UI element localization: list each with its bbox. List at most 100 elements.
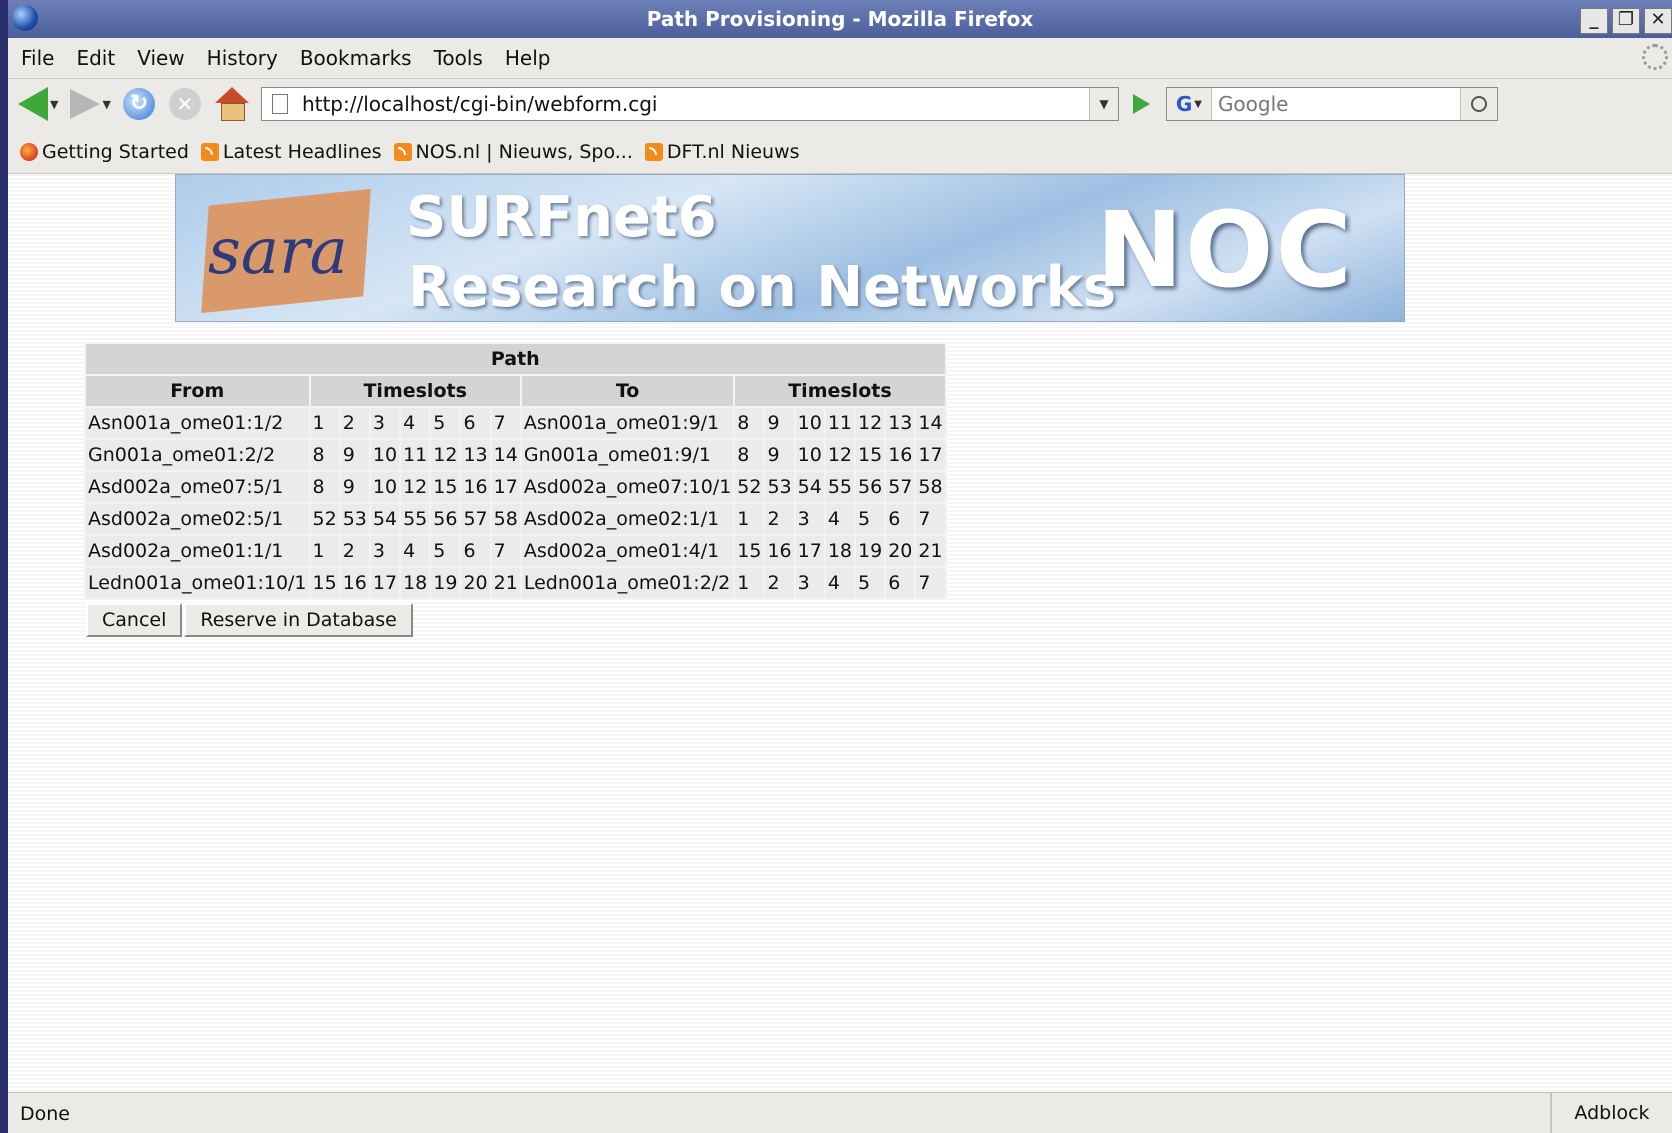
- title-bar: Path Provisioning - Mozilla Firefox _ ❐ …: [8, 0, 1672, 38]
- to-timeslot-cell: 1: [735, 568, 764, 598]
- window-controls: _ ❐ ✕: [1580, 8, 1672, 34]
- from-timeslot-cell: 15: [431, 472, 460, 502]
- table-row: Asn001a_ome01:1/2 1 2 3 4 5 6 7 Asn001a_ome01:9/…: [86, 408, 945, 438]
- bookmark-label: NOS.nl | Nieuws, Spo...: [415, 141, 633, 163]
- table-row: Asd002a_ome07:5/1 8 9 10 12 15 16 17 Asd002a_ome…: [86, 472, 945, 502]
- stop-icon[interactable]: ✕: [168, 88, 201, 120]
- bookmark-nos[interactable]: NOS.nl | Nieuws, Spo...: [393, 141, 633, 163]
- close-icon[interactable]: ✕: [1644, 8, 1672, 34]
- to-timeslot-cell: 5: [856, 504, 885, 534]
- menu-history[interactable]: History: [207, 46, 278, 70]
- menu-bookmarks[interactable]: Bookmarks: [300, 46, 412, 70]
- url-text[interactable]: http://localhost/cgi-bin/webform.cgi: [302, 92, 658, 116]
- to-timeslot-cell: 1: [735, 504, 764, 534]
- from-timeslot-cell: 52: [310, 504, 339, 534]
- to-timeslot-cell: 10: [795, 440, 824, 470]
- to-timeslot-cell: 19: [856, 536, 885, 566]
- table-row: Gn001a_ome01:2/2 8 9 10 11 12 13 14 Gn001a_ome01…: [86, 440, 945, 470]
- from-timeslot-cell: 3: [370, 408, 400, 438]
- to-timeslot-cell: 53: [765, 472, 794, 502]
- from-timeslot-cell: 12: [431, 440, 460, 470]
- status-text: Done: [20, 1103, 70, 1125]
- from-port-cell: Asd002a_ome07:5/1: [86, 472, 309, 502]
- to-timeslot-cell: 14: [916, 408, 945, 438]
- from-timeslot-cell: 16: [461, 472, 490, 502]
- from-timeslot-cell: 10: [370, 472, 400, 502]
- forward-arrow-icon: [70, 89, 101, 119]
- from-timeslot-cell: 56: [431, 504, 460, 534]
- to-timeslot-cell: 16: [886, 440, 915, 470]
- menu-help[interactable]: Help: [505, 46, 551, 70]
- bookmark-getting-started[interactable]: Getting Started: [20, 141, 189, 163]
- to-timeslot-cell: 17: [916, 440, 945, 470]
- header-from-timeslots: Timeslots: [310, 376, 520, 406]
- back-history-dropdown-icon[interactable]: ▼: [50, 98, 58, 111]
- to-timeslot-cell: 17: [795, 536, 824, 566]
- bookmark-label: DFT.nl Nieuws: [666, 141, 800, 163]
- menu-view[interactable]: View: [137, 46, 184, 70]
- bookmark-dft[interactable]: DFT.nl Nieuws: [644, 141, 800, 163]
- header-to-timeslots: Timeslots: [735, 376, 945, 406]
- to-timeslot-cell: 3: [795, 504, 824, 534]
- search-input[interactable]: Google: [1218, 92, 1289, 116]
- to-timeslot-cell: 15: [735, 536, 764, 566]
- firefox-icon[interactable]: [12, 5, 38, 31]
- to-timeslot-cell: 12: [825, 440, 855, 470]
- banner-title: SURFnet6: [406, 185, 717, 250]
- forward-button[interactable]: [66, 84, 101, 124]
- from-timeslot-cell: 53: [340, 504, 369, 534]
- url-history-dropdown-icon[interactable]: ▼: [1088, 88, 1118, 120]
- from-timeslot-cell: 3: [370, 536, 400, 566]
- to-timeslot-cell: 6: [886, 504, 915, 534]
- home-icon[interactable]: [214, 87, 249, 121]
- menu-tools[interactable]: Tools: [434, 46, 483, 70]
- to-timeslot-cell: 9: [765, 408, 794, 438]
- search-engine-google-icon[interactable]: G ▼: [1166, 88, 1212, 120]
- maximize-icon[interactable]: ❐: [1612, 8, 1640, 34]
- bookmark-latest-headlines[interactable]: Latest Headlines: [200, 141, 382, 163]
- adblock-button[interactable]: Adblock: [1550, 1093, 1672, 1133]
- minimize-icon[interactable]: _: [1580, 8, 1608, 34]
- back-arrow-icon: [18, 87, 48, 121]
- from-timeslot-cell: 17: [370, 568, 400, 598]
- search-box[interactable]: G ▼ Google: [1165, 87, 1498, 121]
- to-timeslot-cell: 6: [886, 568, 915, 598]
- navigation-toolbar: ▼ ▼ ↻ ✕ http://localhost/cgi-bin/webform…: [8, 79, 1672, 129]
- to-timeslot-cell: 10: [795, 408, 824, 438]
- to-timeslot-cell: 3: [795, 568, 824, 598]
- path-table: Path From Timeslots To Timeslots Asn001a…: [84, 342, 947, 600]
- from-timeslot-cell: 57: [461, 504, 490, 534]
- from-timeslot-cell: 18: [401, 568, 430, 598]
- menu-file[interactable]: File: [21, 46, 54, 70]
- rss-feed-icon: [200, 143, 219, 161]
- page-icon: [271, 94, 288, 114]
- to-timeslot-cell: 18: [825, 536, 855, 566]
- to-port-cell: Ledn001a_ome01:2/2: [521, 568, 734, 598]
- forward-history-dropdown-icon[interactable]: ▼: [102, 98, 110, 111]
- table-row: Asd002a_ome01:1/1 1 2 3 4 5 6 7 Asd002a_ome01:4/…: [86, 536, 945, 566]
- path-rows: Asn001a_ome01:1/2 1 2 3 4 5 6 7 Asn001a_ome01:9/…: [86, 408, 945, 598]
- address-bar[interactable]: http://localhost/cgi-bin/webform.cgi ▼: [260, 87, 1119, 121]
- to-timeslot-cell: 15: [856, 440, 885, 470]
- to-port-cell: Asd002a_ome02:1/1: [521, 504, 734, 534]
- cancel-button[interactable]: Cancel: [86, 603, 183, 637]
- to-timeslot-cell: 7: [916, 504, 945, 534]
- to-timeslot-cell: 4: [825, 504, 855, 534]
- back-button[interactable]: [8, 84, 48, 124]
- search-icon[interactable]: [1459, 88, 1497, 120]
- page-content: sara SURFnet6 Research on Networks NOC P…: [8, 174, 1672, 1093]
- reserve-in-database-button[interactable]: Reserve in Database: [184, 603, 413, 637]
- to-port-cell: Gn001a_ome01:9/1: [521, 440, 734, 470]
- menu-edit[interactable]: Edit: [76, 46, 115, 70]
- to-timeslot-cell: 12: [856, 408, 885, 438]
- to-port-cell: Asd002a_ome01:4/1: [521, 536, 734, 566]
- reload-icon[interactable]: ↻: [122, 88, 155, 120]
- from-timeslot-cell: 16: [340, 568, 369, 598]
- table-row: Asd002a_ome02:5/1 52 53 54 55 56 57 58 Asd002a_o…: [86, 504, 945, 534]
- to-timeslot-cell: 55: [825, 472, 855, 502]
- from-timeslot-cell: 21: [491, 568, 520, 598]
- banner-noc: NOC: [1096, 189, 1354, 311]
- bookmark-label: Latest Headlines: [222, 141, 382, 163]
- from-timeslot-cell: 6: [461, 408, 490, 438]
- go-icon[interactable]: [1132, 94, 1150, 114]
